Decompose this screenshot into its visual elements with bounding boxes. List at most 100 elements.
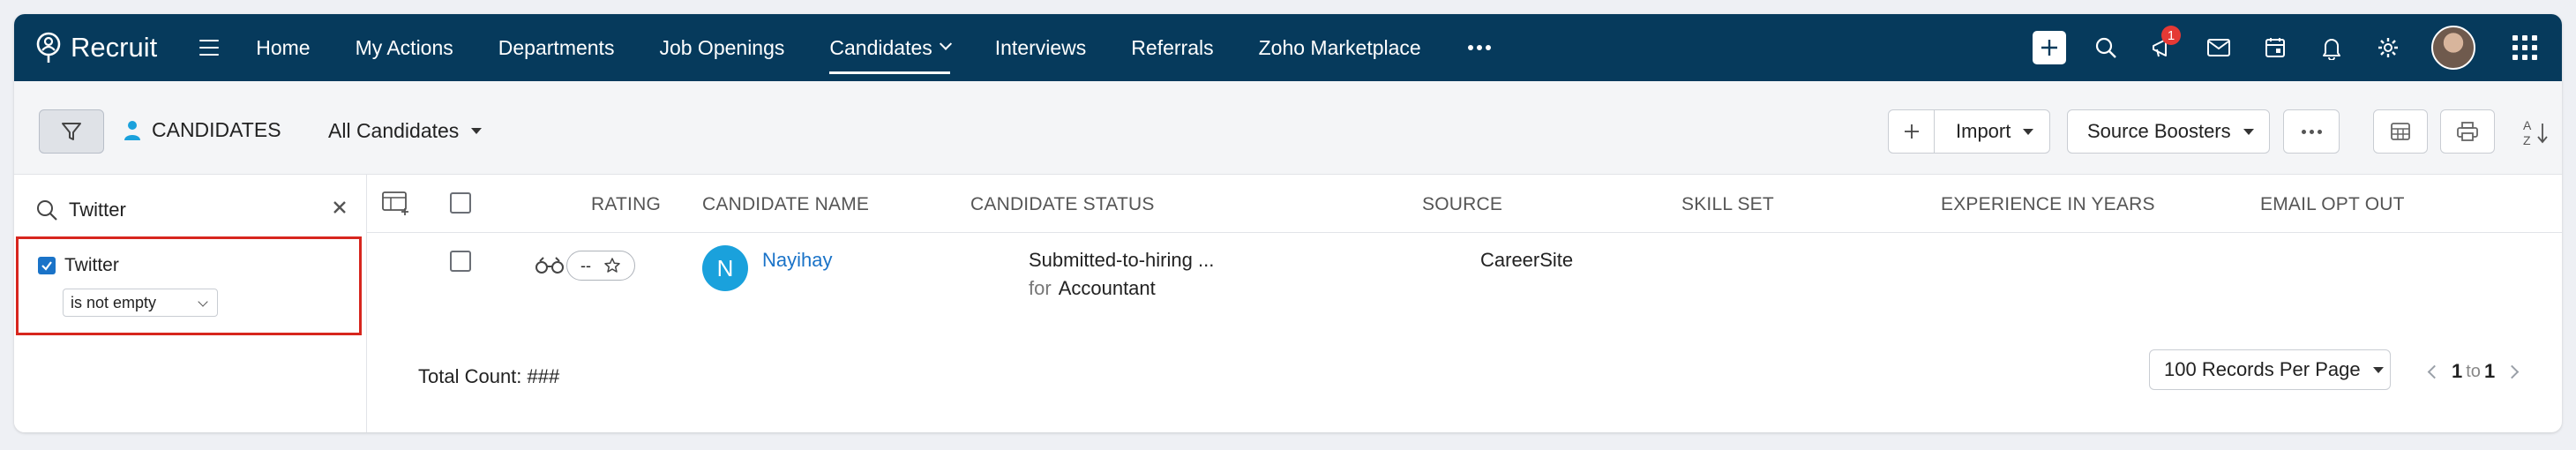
chevron-down-icon <box>939 37 952 50</box>
binoculars-icon[interactable] <box>535 256 565 275</box>
view-label: All Candidates <box>328 119 460 142</box>
chevron-down-icon <box>198 296 208 307</box>
apps-grid-icon[interactable] <box>2512 35 2537 60</box>
mail-icon <box>2207 39 2230 56</box>
candidates-table: RATING CANDIDATE NAME CANDIDATE STATUS S… <box>367 175 2562 432</box>
nav-item-candidates[interactable]: Candidates <box>829 14 952 81</box>
user-avatar[interactable] <box>2431 26 2475 70</box>
column-header-experience[interactable]: EXPERIENCE IN YEARS <box>1941 194 2155 215</box>
bell-icon <box>2323 39 2340 60</box>
pagination: 1 to 1 <box>2427 360 2520 383</box>
svg-text:A: A <box>2523 118 2532 132</box>
column-header-candidate-status[interactable]: CANDIDATE STATUS <box>970 194 1155 215</box>
recruit-logo-icon <box>36 32 61 63</box>
filter-search[interactable]: Twitter <box>35 192 353 228</box>
more-actions-button[interactable] <box>2283 109 2340 154</box>
select-all-checkbox[interactable] <box>450 192 471 214</box>
add-candidate-button[interactable] <box>1889 110 1935 153</box>
table-view-button[interactable] <box>2373 109 2428 154</box>
plus-icon <box>1904 124 1919 139</box>
filter-icon <box>62 123 81 140</box>
search-button[interactable] <box>2093 34 2119 61</box>
close-icon[interactable] <box>332 199 348 215</box>
nav-item-home[interactable]: Home <box>256 14 310 81</box>
candidate-name-link[interactable]: Nayihay <box>762 249 832 272</box>
person-icon <box>124 120 140 140</box>
column-header-email-opt-out[interactable]: EMAIL OPT OUT <box>2260 194 2405 215</box>
page-to: 1 <box>2483 360 2496 382</box>
nav-item-label: Departments <box>498 35 615 59</box>
total-count: Total Count: ### <box>418 365 560 387</box>
app-window: Recruit Home My Actions Departments Job … <box>14 14 2562 432</box>
nav-item-referrals[interactable]: Referrals <box>1131 14 1213 81</box>
status-job-title: Accountant <box>1058 277 1156 299</box>
chevron-left-icon[interactable] <box>2427 364 2442 379</box>
nav-item-zoho-marketplace[interactable]: Zoho Marketplace <box>1259 14 1421 81</box>
filter-checkbox[interactable] <box>38 257 56 274</box>
page-from: 1 <box>2452 360 2463 382</box>
module-label: CANDIDATES <box>152 118 281 141</box>
notification-badge: 1 <box>2161 26 2181 45</box>
more-nav-icon[interactable] <box>1467 45 1491 50</box>
rating-value: -- <box>580 256 591 274</box>
column-header-rating[interactable]: RATING <box>591 194 661 215</box>
svg-text:Z: Z <box>2523 133 2531 147</box>
filter-condition-select[interactable]: is not empty <box>63 289 218 317</box>
column-customize-icon[interactable] <box>381 191 411 217</box>
highlighted-filter: Twitter is not empty <box>16 236 362 335</box>
records-per-page-select[interactable]: 100 Records Per Page <box>2149 349 2391 390</box>
caret-down-icon <box>2243 128 2254 135</box>
nav-actions: 1 <box>2033 14 2562 81</box>
table-icon <box>2391 123 2410 140</box>
print-button[interactable] <box>2440 109 2495 154</box>
caret-down-icon <box>471 128 483 134</box>
settings-button[interactable] <box>2375 34 2401 61</box>
star-icon[interactable] <box>603 257 621 274</box>
mail-button[interactable] <box>2205 34 2232 61</box>
nav-item-label: Referrals <box>1131 35 1214 59</box>
table-header: RATING CANDIDATE NAME CANDIDATE STATUS S… <box>367 175 2562 233</box>
caret-down-icon <box>2372 366 2384 373</box>
calendar-button[interactable] <box>2262 34 2288 61</box>
table-row[interactable]: -- N Nayihay Submitted-to-hiring ... for… <box>367 233 2562 312</box>
nav-item-label: My Actions <box>355 35 453 59</box>
column-header-skill-set[interactable]: SKILL SET <box>1681 194 1774 215</box>
page-to-label: to <box>2466 361 2481 381</box>
nav-item-label: Job Openings <box>659 35 785 59</box>
status-for-label: for <box>1029 277 1052 299</box>
quick-create-button[interactable] <box>2033 31 2066 64</box>
announcements-button[interactable]: 1 <box>2149 26 2181 61</box>
app-name: Recruit <box>71 32 158 63</box>
nav-item-departments[interactable]: Departments <box>498 14 615 81</box>
list-toolbar: CANDIDATES All Candidates Import Source … <box>14 81 2562 175</box>
search-icon <box>37 200 57 221</box>
app-logo[interactable]: Recruit <box>34 31 157 64</box>
rating-pill[interactable]: -- <box>566 251 635 281</box>
filter-search-input[interactable]: Twitter <box>69 199 126 221</box>
sort-alphabetical-icon[interactable]: A Z <box>2520 116 2551 148</box>
module-title: CANDIDATES <box>124 118 281 142</box>
nav-item-label: Candidates <box>829 35 932 59</box>
calendar-icon <box>2265 38 2285 57</box>
source-boosters-button[interactable]: Source Boosters <box>2067 109 2270 154</box>
nav-item-interviews[interactable]: Interviews <box>995 14 1087 81</box>
filter-toggle-button[interactable] <box>39 109 104 154</box>
filter-panel: Twitter Twitter is not empty <box>14 175 367 432</box>
plus-icon <box>2041 40 2057 56</box>
column-header-candidate-name[interactable]: CANDIDATE NAME <box>702 194 869 215</box>
chevron-right-icon[interactable] <box>2505 364 2520 379</box>
import-dropdown-button[interactable]: Import <box>1935 110 2049 153</box>
nav-item-job-openings[interactable]: Job Openings <box>659 14 784 81</box>
row-checkbox[interactable] <box>450 251 471 272</box>
gear-icon <box>2378 38 2398 57</box>
column-header-source[interactable]: SOURCE <box>1422 194 1502 215</box>
table-footer: Total Count: ### 100 Records Per Page 1 … <box>367 339 2562 409</box>
view-selector[interactable]: All Candidates <box>328 119 483 143</box>
menu-icon[interactable] <box>199 40 220 56</box>
top-navigation-bar: Recruit Home My Actions Departments Job … <box>14 14 2562 81</box>
filter-field-label: Twitter <box>64 255 119 275</box>
candidate-avatar: N <box>702 245 748 291</box>
notifications-button[interactable] <box>2318 34 2345 61</box>
nav-item-my-actions[interactable]: My Actions <box>356 14 453 81</box>
caret-down-icon <box>2023 128 2034 135</box>
